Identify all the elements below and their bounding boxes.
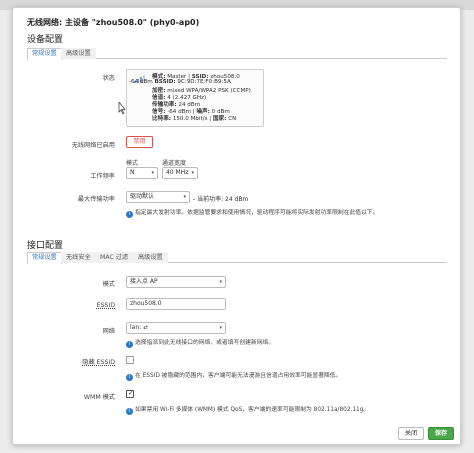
network-select[interactable]: lan: ⇄ ▾ <box>126 322 226 334</box>
max-tx-power-label: 最大传输功率 <box>77 196 115 203</box>
mouse-cursor-icon <box>118 102 126 114</box>
wmm-mode-checkbox[interactable]: ✓ <box>126 389 134 398</box>
interface-mode-label: 模式 <box>102 281 115 288</box>
interface-tabs: 常规设置 无线安全 MAC 过滤 高级设置 <box>27 252 447 264</box>
current-power-text: - 当前功率: 24 dBm <box>193 196 249 203</box>
info-icon: i <box>126 211 133 218</box>
hide-essid-hint: i在 ESSID 被隐藏的范围内，客户端可能无法漫游且信道占用效率可能显著降低。 <box>126 370 341 381</box>
status-bitrate-line: 比特率: 150.0 Mbit/s | 国家: CN <box>152 116 237 122</box>
info-icon: i <box>126 374 133 381</box>
wmm-mode-label: WMM 模式 <box>83 394 115 401</box>
essid-label: ESSID <box>96 302 115 309</box>
max-tx-power-hint: i 指定最大发射功率。依据监管要求和使用情况，驱动程序可能将实际发射功率限制在此值… <box>126 207 378 218</box>
max-tx-power-select[interactable]: 驱动默认 ▾ <box>126 191 190 203</box>
info-icon: i <box>126 408 133 415</box>
wireless-config-dialog: 无线网络: 主设备 "zhou508.0" (phy0-ap0) 设备配置 常规… <box>12 7 461 445</box>
status-label: 状态 <box>102 75 115 82</box>
width-column-label: 通道宽度 <box>162 160 187 167</box>
mode-column-label: 模式 <box>126 160 139 167</box>
close-button[interactable]: 关闭 <box>398 427 424 440</box>
checkmark-icon: ✓ <box>128 389 134 397</box>
wireless-enabled-label: 无线网络已启用 <box>71 142 115 149</box>
device-section-title: 设备配置 <box>27 35 64 45</box>
status-bssid-line: -64 dBm BSSID: 9C:9D:7E:F0:B9:5A <box>129 79 231 85</box>
device-tabs: 常规设置 高级设置 <box>27 48 447 60</box>
interface-section-title: 接口配置 <box>27 241 64 251</box>
chevron-down-icon: ▾ <box>219 279 222 285</box>
chevron-down-icon: ▾ <box>151 170 154 176</box>
dialog-title: 无线网络: 主设备 "zhou508.0" (phy0-ap0) <box>27 18 200 27</box>
tab-interface-mac-filter[interactable]: MAC 过滤 <box>95 252 134 263</box>
disable-button[interactable]: 禁用 <box>126 136 153 148</box>
hide-essid-label: 隐藏 ESSID <box>82 359 115 366</box>
mode-select[interactable]: N ▾ <box>126 167 158 179</box>
wmm-mode-hint: i 如果禁用 Wi-Fi 多媒体 (WMM) 模式 QoS，客户端的速率可能限制为… <box>126 404 369 415</box>
network-hint: i 选择指派到此无线接口的网络，或者填写创建新网络。 <box>126 337 274 348</box>
status-panel: 模式: Master | SSID: zhou508.0 -64 dBm BSS… <box>126 69 264 127</box>
tab-interface-advanced[interactable]: 高级设置 <box>133 252 168 263</box>
save-button[interactable]: 保存 <box>428 427 454 440</box>
network-label: 网络 <box>102 328 115 335</box>
info-icon: i <box>126 341 133 348</box>
network-interface-icon: ⇄ <box>143 325 148 331</box>
tab-device-general[interactable]: 常规设置 <box>27 48 62 60</box>
essid-input[interactable]: zhou508.0 <box>126 298 226 310</box>
channel-width-select[interactable]: 40 MHz ▾ <box>162 167 198 179</box>
tab-interface-security[interactable]: 无线安全 <box>61 252 96 263</box>
chevron-down-icon: ▾ <box>219 325 222 331</box>
hide-essid-checkbox[interactable] <box>126 356 134 364</box>
chevron-down-icon: ▾ <box>191 170 194 176</box>
tab-device-advanced[interactable]: 高级设置 <box>61 48 96 59</box>
interface-mode-select[interactable]: 接入点 AP ▾ <box>126 276 226 288</box>
chevron-down-icon: ▾ <box>183 194 186 200</box>
tab-interface-general[interactable]: 常规设置 <box>27 252 62 264</box>
operating-frequency-label: 工作频率 <box>90 173 115 180</box>
